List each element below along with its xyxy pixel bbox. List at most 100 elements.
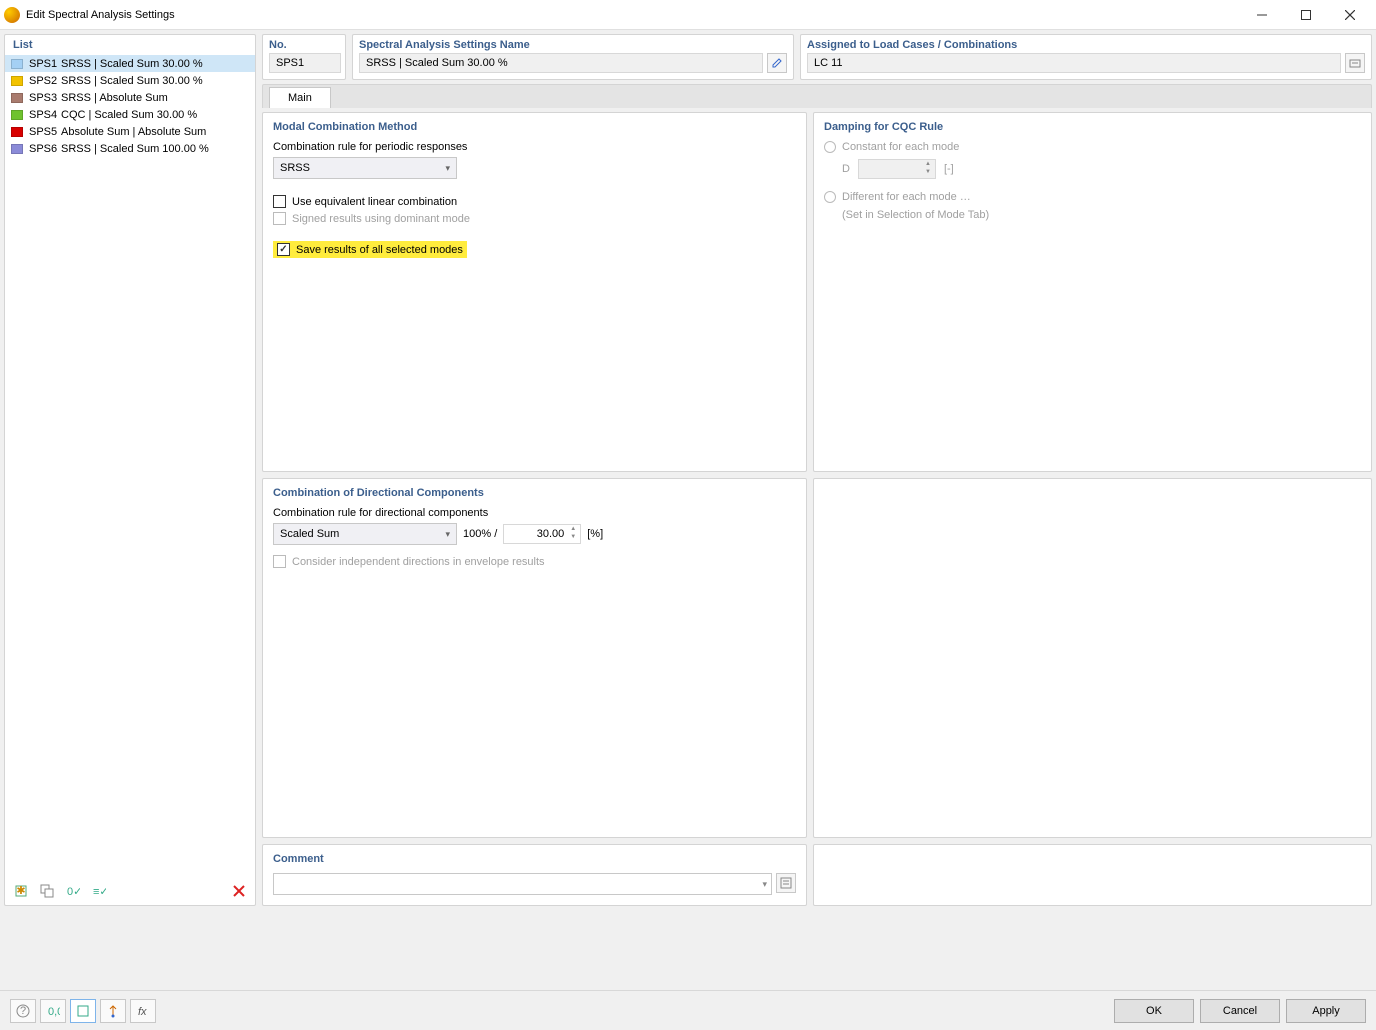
no-input[interactable]: SPS1 [269, 53, 341, 73]
assigned-box: Assigned to Load Cases / Combinations LC… [800, 34, 1372, 80]
edit-name-button[interactable] [767, 53, 787, 73]
list-item[interactable]: SPS2SRSS | Scaled Sum 30.00 % [5, 72, 255, 89]
list-item[interactable]: SPS4CQC | Scaled Sum 30.00 % [5, 106, 255, 123]
svg-text:0✓: 0✓ [67, 886, 80, 898]
name-box: Spectral Analysis Settings Name SRSS | S… [352, 34, 794, 80]
minimize-button[interactable] [1240, 0, 1284, 30]
save-all-checkbox[interactable] [277, 243, 290, 256]
units-button[interactable]: 0,0 [40, 999, 66, 1023]
svg-text:0,0: 0,0 [48, 1006, 60, 1018]
list-item-name: SRSS | Absolute Sum [61, 92, 168, 104]
tab-main[interactable]: Main [269, 87, 331, 108]
list-item-name: SRSS | Scaled Sum 30.00 % [61, 58, 203, 70]
name-label: Spectral Analysis Settings Name [359, 37, 787, 53]
directional-rule-value: Scaled Sum [280, 528, 339, 540]
list-toolbar: ✱ 0✓ ≡✓ [5, 877, 255, 905]
list-item-code: SPS2 [29, 75, 61, 87]
list-item-name: CQC | Scaled Sum 30.00 % [61, 109, 197, 121]
damping-title: Damping for CQC Rule [824, 121, 1361, 133]
check-item-button[interactable]: 0✓ [61, 880, 85, 902]
list-item-code: SPS1 [29, 58, 61, 70]
maximize-button[interactable] [1284, 0, 1328, 30]
modal-combination-section: Modal Combination Method Combination rul… [262, 112, 807, 472]
modal-title: Modal Combination Method [273, 121, 796, 133]
list-item[interactable]: SPS1SRSS | Scaled Sum 30.00 % [5, 55, 255, 72]
function-button[interactable]: fx [130, 999, 156, 1023]
percent-value: 30.00 [537, 528, 565, 540]
chevron-down-icon: ▾ [445, 529, 450, 540]
constant-radio [824, 141, 836, 153]
color-swatch [11, 127, 23, 137]
list-item-name: SRSS | Scaled Sum 30.00 % [61, 75, 203, 87]
footer: ? 0,0 fx OK Cancel Apply [0, 990, 1376, 1030]
signed-checkbox [273, 212, 286, 225]
directional-rule-select[interactable]: Scaled Sum ▾ [273, 523, 457, 545]
no-label: No. [269, 37, 339, 53]
tabs: Main [262, 84, 1372, 108]
list-item[interactable]: SPS3SRSS | Absolute Sum [5, 89, 255, 106]
svg-text:≡✓: ≡✓ [93, 886, 106, 898]
constant-label: Constant for each mode [842, 141, 959, 153]
list-items: SPS1SRSS | Scaled Sum 30.00 %SPS2SRSS | … [5, 55, 255, 877]
view-2-button[interactable] [100, 999, 126, 1023]
blank-panel-2 [813, 844, 1372, 906]
directional-rule-label: Combination rule for directional compone… [273, 507, 796, 519]
d-label: D [842, 163, 850, 175]
apply-button[interactable]: Apply [1286, 999, 1366, 1023]
list-item-code: SPS3 [29, 92, 61, 104]
comment-input[interactable]: ▾ [273, 873, 772, 895]
list-item-name: Absolute Sum | Absolute Sum [61, 126, 206, 138]
copy-item-button[interactable] [35, 880, 59, 902]
ok-button[interactable]: OK [1114, 999, 1194, 1023]
comment-edit-button[interactable] [776, 873, 796, 893]
assigned-input[interactable]: LC 11 [807, 53, 1341, 73]
title-bar: Edit Spectral Analysis Settings [0, 0, 1376, 30]
help-button[interactable]: ? [10, 999, 36, 1023]
name-input[interactable]: SRSS | Scaled Sum 30.00 % [359, 53, 763, 73]
delete-item-button[interactable] [227, 880, 251, 902]
comment-section: Comment ▾ [262, 844, 807, 906]
chevron-down-icon: ▾ [445, 163, 450, 174]
percent-label: 100% / [463, 528, 497, 540]
directional-section: Combination of Directional Components Co… [262, 478, 807, 838]
different-label: Different for each mode … [842, 191, 971, 203]
close-button[interactable] [1328, 0, 1372, 30]
d-unit: [-] [944, 163, 954, 175]
periodic-rule-value: SRSS [280, 162, 310, 174]
signed-label: Signed results using dominant mode [292, 213, 470, 225]
color-swatch [11, 76, 23, 86]
cancel-button[interactable]: Cancel [1200, 999, 1280, 1023]
color-swatch [11, 144, 23, 154]
save-all-highlight: Save results of all selected modes [273, 241, 467, 258]
different-radio [824, 191, 836, 203]
color-swatch [11, 110, 23, 120]
list-panel: List SPS1SRSS | Scaled Sum 30.00 %SPS2SR… [4, 34, 256, 906]
assigned-browse-button[interactable] [1345, 53, 1365, 73]
d-input: ▲▼ [858, 159, 936, 179]
color-swatch [11, 93, 23, 103]
periodic-rule-select[interactable]: SRSS ▾ [273, 157, 457, 179]
list-item-name: SRSS | Scaled Sum 100.00 % [61, 143, 209, 155]
list-item[interactable]: SPS5Absolute Sum | Absolute Sum [5, 123, 255, 140]
eq-linear-checkbox[interactable] [273, 195, 286, 208]
list-item-code: SPS6 [29, 143, 61, 155]
percent-unit: [%] [587, 528, 603, 540]
list-header: List [5, 35, 255, 55]
damping-section: Damping for CQC Rule Constant for each m… [813, 112, 1372, 472]
view-1-button[interactable] [70, 999, 96, 1023]
consider-checkbox [273, 555, 286, 568]
no-box: No. SPS1 [262, 34, 346, 80]
list-item-code: SPS5 [29, 126, 61, 138]
percent-input[interactable]: 30.00 ▲▼ [503, 524, 581, 544]
check-all-button[interactable]: ≡✓ [87, 880, 111, 902]
app-icon [4, 7, 20, 23]
comment-title: Comment [273, 853, 796, 865]
save-all-label: Save results of all selected modes [296, 244, 463, 256]
consider-label: Consider independent directions in envel… [292, 556, 545, 568]
blank-panel-1 [813, 478, 1372, 838]
svg-text:?: ? [20, 1005, 26, 1017]
list-item[interactable]: SPS6SRSS | Scaled Sum 100.00 % [5, 140, 255, 157]
new-item-button[interactable]: ✱ [9, 880, 33, 902]
list-item-code: SPS4 [29, 109, 61, 121]
window-title: Edit Spectral Analysis Settings [26, 9, 1240, 21]
